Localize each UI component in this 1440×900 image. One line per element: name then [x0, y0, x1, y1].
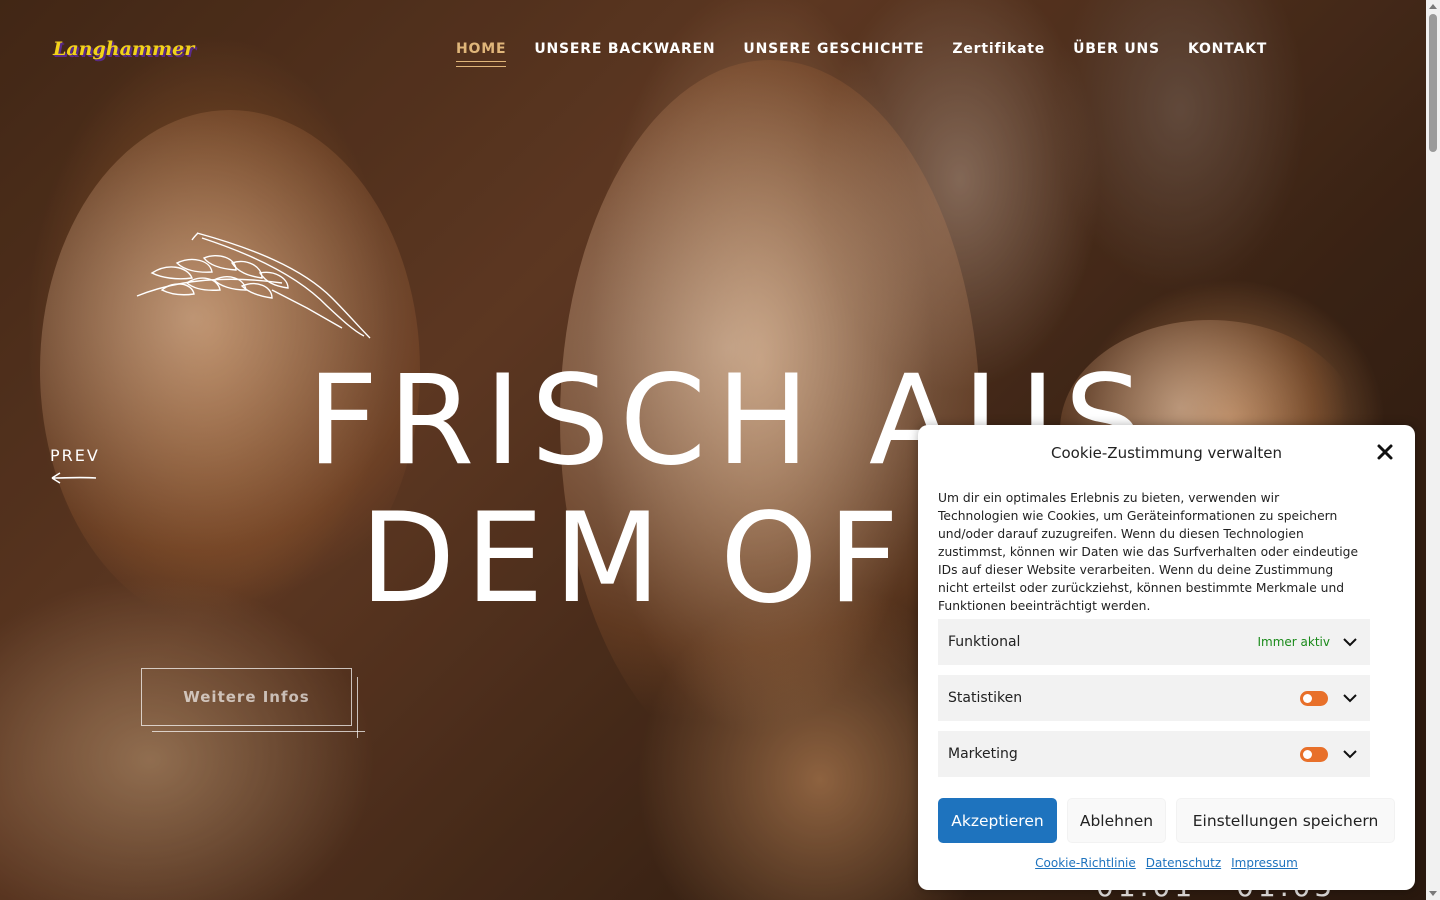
always-active-status: Immer aktiv: [1257, 635, 1331, 649]
nav-unsere-geschichte[interactable]: UNSERE GESCHICHTE: [743, 41, 924, 67]
scroll-thumb[interactable]: [1429, 14, 1437, 152]
wheat-icon: [136, 232, 371, 339]
close-icon[interactable]: [1375, 442, 1395, 462]
cookie-dialog-title: Cookie-Zustimmung verwalten: [1050, 444, 1282, 462]
nav-kontakt[interactable]: KONTAKT: [1188, 41, 1267, 67]
cta-decoration-line: [152, 731, 365, 732]
arrow-left-icon: [51, 472, 97, 484]
imprint-link[interactable]: Impressum: [1231, 856, 1298, 870]
prev-slide-button[interactable]: PREV: [50, 446, 100, 485]
chevron-down-icon[interactable]: [1342, 634, 1358, 650]
deny-button[interactable]: Ablehnen: [1067, 798, 1166, 843]
main-nav: HOME UNSERE BACKWAREN UNSERE GESCHICHTE …: [456, 41, 1267, 67]
site-logo[interactable]: Langhammer: [53, 38, 194, 60]
cookie-category-marketing[interactable]: Marketing: [938, 731, 1370, 777]
nav-ueber-uns[interactable]: ÜBER UNS: [1073, 41, 1160, 67]
cookie-policy-link[interactable]: Cookie-Richtlinie: [1035, 856, 1136, 870]
scroll-up-icon[interactable]: [1429, 4, 1437, 9]
save-settings-button[interactable]: Einstellungen speichern: [1176, 798, 1395, 843]
cta-decoration-line: [357, 677, 358, 738]
weitere-infos-button[interactable]: Weitere Infos: [141, 668, 352, 726]
statistiken-toggle[interactable]: [1300, 690, 1328, 706]
privacy-link[interactable]: Datenschutz: [1146, 856, 1221, 870]
nav-home[interactable]: HOME: [456, 41, 507, 67]
cookie-category-statistiken[interactable]: Statistiken: [938, 675, 1370, 721]
cookie-category-funktional[interactable]: Funktional Immer aktiv: [938, 619, 1370, 665]
page-scrollbar[interactable]: [1426, 0, 1440, 900]
nav-zertifikate[interactable]: Zertifikate: [952, 41, 1045, 67]
cookie-consent-dialog: Cookie-Zustimmung verwalten Um dir ein o…: [918, 425, 1415, 890]
scroll-down-icon[interactable]: [1429, 891, 1437, 896]
cookie-dialog-text: Um dir ein optimales Erlebnis zu bieten,…: [938, 491, 1359, 613]
category-label: Marketing: [948, 746, 1018, 762]
chevron-down-icon[interactable]: [1342, 690, 1358, 706]
category-label: Statistiken: [948, 690, 1023, 706]
chevron-down-icon[interactable]: [1342, 746, 1358, 762]
accept-button[interactable]: Akzeptieren: [938, 798, 1057, 843]
cookie-links: Cookie-Richtlinie Datenschutz Impressum: [918, 856, 1415, 870]
prev-label: PREV: [50, 446, 100, 465]
nav-unsere-backwaren[interactable]: UNSERE BACKWAREN: [534, 41, 715, 67]
category-label: Funktional: [948, 634, 1021, 650]
marketing-toggle[interactable]: [1300, 746, 1328, 762]
